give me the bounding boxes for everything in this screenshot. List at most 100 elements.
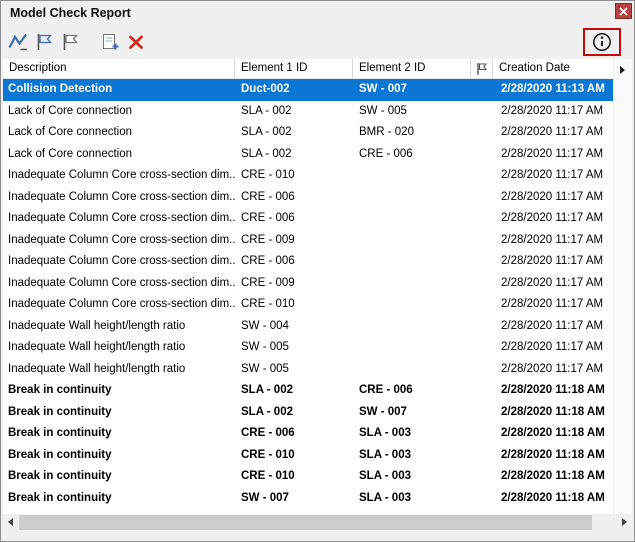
cell-description: Break in continuity: [8, 448, 112, 461]
horizontal-scrollbar[interactable]: [3, 514, 632, 531]
cell-flag: [471, 230, 493, 252]
cell-date: 2/28/2020 11:18 AM: [501, 405, 605, 418]
cell-description: Inadequate Column Core cross-section dim…: [8, 212, 235, 224]
cell-flag: [471, 122, 493, 144]
cell-flag: [471, 359, 493, 381]
column-header-element1[interactable]: Element 1 ID: [235, 59, 353, 78]
table-row[interactable]: Break in continuity CRE - 006 SLA - 003 2/2…: [3, 423, 615, 445]
table-row[interactable]: Break in continuity CRE - 010 SLA - 003 2/2…: [3, 466, 615, 488]
cell-el1: SLA - 002: [241, 384, 293, 396]
cell-description: Break in continuity: [8, 491, 112, 504]
table-row[interactable]: Inadequate Column Core cross-section dim…: [3, 273, 615, 295]
cell-description: Inadequate Wall height/length ratio: [8, 319, 186, 332]
cell-flag: [471, 402, 493, 424]
cell-flag: [471, 488, 493, 510]
flag-mark-button[interactable]: [31, 29, 57, 55]
scroll-more-arrow[interactable]: [620, 66, 625, 74]
cell-el2: BMR - 020: [359, 126, 414, 138]
table-row[interactable]: Inadequate Column Core cross-section dim…: [3, 294, 615, 316]
model-check-button[interactable]: [5, 29, 31, 55]
close-icon: [619, 6, 628, 16]
info-button[interactable]: [589, 29, 615, 55]
cell-flag: [471, 101, 493, 123]
table-row[interactable]: Break in continuity SLA - 002 SW - 007 2/28…: [3, 402, 615, 424]
flag-unmark-button[interactable]: [57, 29, 83, 55]
table-row[interactable]: Inadequate Column Core cross-section dim…: [3, 230, 615, 252]
delete-icon: [129, 35, 143, 49]
table-row[interactable]: Inadequate Column Core cross-section dim…: [3, 165, 615, 187]
cell-description: Inadequate Wall height/length ratio: [8, 362, 186, 375]
cell-el1: CRE - 010: [241, 470, 295, 482]
cell-flag: [471, 380, 493, 402]
cell-date: 2/28/2020 11:18 AM: [501, 470, 605, 482]
scroll-right-arrow[interactable]: [622, 518, 627, 526]
cell-el1: SLA - 002: [241, 126, 292, 138]
cell-el1: CRE - 006: [241, 427, 295, 439]
horizontal-scroll-thumb[interactable]: [19, 515, 592, 530]
table-row[interactable]: Inadequate Column Core cross-section dim…: [3, 208, 615, 230]
cell-date: 2/28/2020 11:18 AM: [501, 491, 605, 504]
cell-el2: SW - 007: [359, 405, 407, 418]
cell-el1: CRE - 010: [241, 169, 295, 181]
table-row[interactable]: Inadequate Column Core cross-section dim…: [3, 187, 615, 209]
column-header-flag[interactable]: [471, 59, 493, 78]
cell-el2: SLA - 003: [359, 491, 411, 504]
table-row[interactable]: Inadequate Column Core cross-section dim…: [3, 251, 615, 273]
window-title: Model Check Report: [10, 6, 131, 20]
table-row[interactable]: Collision Detection Duct-002 SW - 007 2/28/…: [3, 79, 615, 101]
delete-button[interactable]: [123, 29, 149, 55]
table-row[interactable]: Inadequate Wall height/length ratio SW - …: [3, 337, 615, 359]
cell-date: 2/28/2020 11:17 AM: [501, 298, 604, 310]
add-report-button[interactable]: [97, 29, 123, 55]
table-row[interactable]: Inadequate Wall height/length ratio SW - …: [3, 359, 615, 381]
cell-el1: Duct-002: [241, 83, 290, 95]
cell-flag: [471, 445, 493, 467]
table-row[interactable]: Inadequate Wall height/length ratio SW - …: [3, 316, 615, 338]
cell-el2: SLA - 003: [359, 448, 411, 461]
table-row[interactable]: Break in continuity SLA - 002 CRE - 006 2/2…: [3, 380, 615, 402]
cell-el2: SW - 005: [359, 104, 407, 117]
cell-date: 2/28/2020 11:17 AM: [501, 319, 604, 332]
table-row[interactable]: Break in continuity CRE - 010 SLA - 003 2/2…: [3, 445, 615, 467]
cell-el1: SW - 007: [241, 491, 289, 504]
cell-el2: [353, 337, 471, 359]
table-row[interactable]: Break in continuity SW - 007 SLA - 003 2/28…: [3, 488, 615, 510]
flag-icon: [477, 62, 487, 75]
cell-date: 2/28/2020 11:17 AM: [501, 190, 604, 203]
cell-description: Inadequate Column Core cross-section dim…: [8, 255, 235, 267]
cell-flag: [471, 251, 493, 273]
model-check-report-window: Model Check Report Description Element 1…: [0, 0, 635, 542]
cell-description: Break in continuity: [8, 470, 112, 482]
table-row[interactable]: Lack of Core connection SLA - 002 CRE - 00…: [3, 144, 615, 166]
cell-description: Inadequate Column Core cross-section dim…: [8, 169, 235, 181]
annotation-highlight: [583, 28, 621, 56]
cell-el2: CRE - 006: [359, 384, 413, 396]
cell-description: Break in continuity: [8, 427, 112, 439]
cell-date: 2/28/2020 11:18 AM: [501, 427, 605, 439]
vertical-scrollbar[interactable]: [613, 59, 632, 514]
cell-flag: [471, 316, 493, 338]
cell-flag: [471, 423, 493, 445]
cell-flag: [471, 79, 493, 101]
cell-description: Inadequate Column Core cross-section dim…: [8, 233, 235, 246]
cell-el2: SLA - 003: [359, 427, 411, 439]
cell-description: Collision Detection: [8, 83, 113, 95]
title-bar: Model Check Report: [1, 1, 634, 25]
table-row[interactable]: Lack of Core connection SLA - 002 BMR - 02…: [3, 122, 615, 144]
cell-el1: CRE - 006: [241, 190, 295, 203]
model-check-icon: [8, 33, 27, 51]
cell-description: Inadequate Wall height/length ratio: [8, 341, 186, 353]
scroll-left-arrow[interactable]: [8, 518, 13, 526]
column-header-element2[interactable]: Element 2 ID: [353, 59, 471, 78]
cell-el2: CRE - 006: [359, 147, 413, 160]
column-header-date[interactable]: Creation Date: [493, 59, 615, 78]
cell-flag: [471, 165, 493, 187]
cell-date: 2/28/2020 11:13 AM: [501, 83, 605, 95]
cell-description: Break in continuity: [8, 405, 112, 418]
cell-description: Inadequate Column Core cross-section dim…: [8, 276, 235, 289]
cell-el2: SW - 007: [359, 83, 407, 95]
column-header-description[interactable]: Description: [3, 59, 235, 78]
close-button[interactable]: [615, 3, 632, 19]
table-row[interactable]: Lack of Core connection SLA - 002 SW - 005…: [3, 101, 615, 123]
cell-date: 2/28/2020 11:17 AM: [501, 126, 604, 138]
